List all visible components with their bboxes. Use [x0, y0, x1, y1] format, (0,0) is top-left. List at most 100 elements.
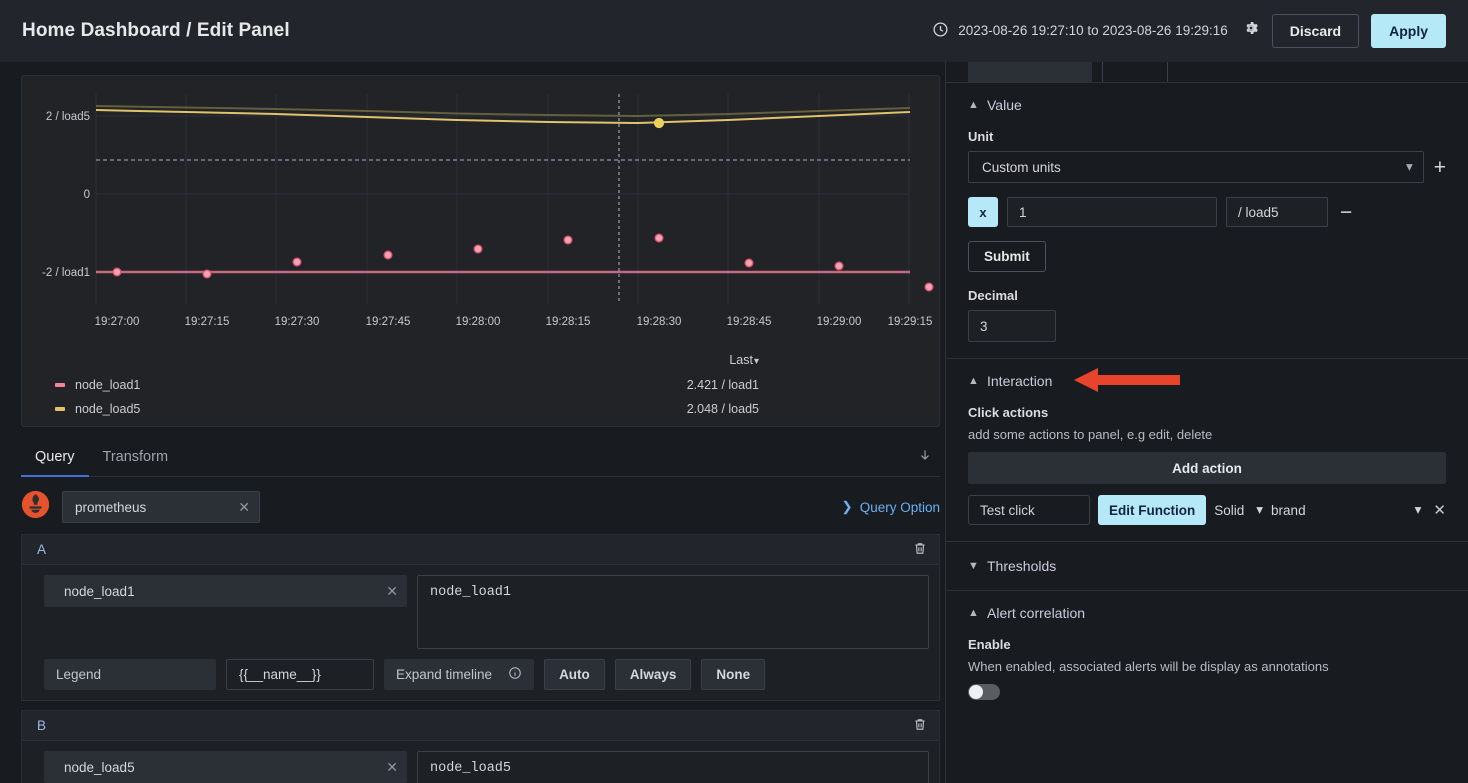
- options-pane: ▲ Value Unit Custom units ▾ + x 1 / load…: [945, 62, 1468, 783]
- section-thresholds: ▼ Thresholds: [946, 541, 1468, 590]
- click-actions-description: add some actions to panel, e.g edit, del…: [968, 427, 1213, 442]
- section-alert-header[interactable]: ▲ Alert correlation: [968, 605, 1446, 621]
- section-interaction-title: Interaction: [987, 373, 1053, 389]
- chevron-up-icon: ▲: [968, 375, 979, 387]
- close-icon[interactable]: ✕: [386, 759, 398, 776]
- alert-enable-description: When enabled, associated alerts will be …: [968, 659, 1329, 674]
- clipped-option-row: [946, 62, 1468, 82]
- expr-textarea-a[interactable]: node_load1: [417, 575, 929, 649]
- submit-button[interactable]: Submit: [968, 241, 1046, 272]
- x-tick-label: 19:29:15: [888, 316, 933, 328]
- editor-body: 2 / load5 0 -2 / load1 19:27:00 19:27:15…: [0, 62, 1468, 783]
- x-tick-label: 19:27:00: [95, 316, 140, 328]
- datasource-value: prometheus: [75, 499, 147, 515]
- metric-select-b[interactable]: node_load5 ✕: [44, 751, 407, 783]
- action-color-select[interactable]: brand ▾: [1271, 502, 1421, 518]
- apply-button[interactable]: Apply: [1371, 13, 1446, 49]
- section-thresholds-title: Thresholds: [987, 558, 1057, 574]
- legend-item[interactable]: node_load5 2.048 / load5: [22, 397, 939, 421]
- gear-icon[interactable]: [1242, 19, 1260, 42]
- x-tick-label: 19:27:15: [185, 316, 230, 328]
- decimal-label: Decimal: [968, 288, 1018, 303]
- x-tick-label: 19:28:15: [546, 316, 591, 328]
- chevron-up-icon: ▲: [968, 607, 979, 619]
- page-title: Home Dashboard / Edit Panel: [22, 20, 290, 41]
- action-style-value: Solid: [1214, 502, 1245, 518]
- y-tick-label: 0: [84, 189, 90, 201]
- query-a-options: Legend {{__name__}} Expand timeline Auto…: [44, 659, 929, 690]
- section-alert-title: Alert correlation: [987, 605, 1086, 621]
- close-icon[interactable]: ✕: [386, 583, 398, 600]
- annotation-arrow: [1074, 368, 1180, 392]
- legend-sort-label: Last: [729, 353, 753, 367]
- query-ref-id: A: [37, 542, 47, 557]
- legend-swatch: [55, 383, 65, 387]
- action-name-input[interactable]: Test click: [968, 495, 1090, 525]
- query-options-toggle[interactable]: ❯ Query Option: [841, 499, 940, 515]
- query-row-body-a: node_load1 ✕ node_load1 Legend {{__name_…: [21, 565, 940, 701]
- expand-option-none[interactable]: None: [701, 659, 766, 690]
- unit-row: Custom units ▾ +: [968, 151, 1446, 183]
- query-options-label: Query Option: [859, 499, 940, 515]
- query-tabs: Query Transform: [21, 437, 940, 477]
- unit-value: Custom units: [982, 159, 1061, 175]
- chevron-down-icon: ▾: [1256, 502, 1264, 517]
- x-tick-label: 19:28:00: [456, 316, 501, 328]
- plus-icon[interactable]: +: [1434, 157, 1446, 178]
- section-thresholds-header[interactable]: ▼ Thresholds: [968, 558, 1446, 574]
- arrow-down-icon[interactable]: [918, 448, 940, 476]
- expr-textarea-b[interactable]: node_load5: [417, 751, 929, 783]
- section-value-header[interactable]: ▲ Value: [968, 97, 1446, 113]
- datasource-row: prometheus ✕ ❯ Query Option: [21, 477, 940, 534]
- visualization-panel: 2 / load5 0 -2 / load1 19:27:00 19:27:15…: [21, 75, 940, 427]
- trash-icon[interactable]: [913, 541, 927, 559]
- metric-select-a[interactable]: node_load1 ✕: [44, 575, 407, 607]
- trash-icon[interactable]: [913, 717, 927, 735]
- unit-label: Unit: [968, 129, 994, 144]
- multiply-toggle-button[interactable]: x: [968, 197, 998, 227]
- action-style-select[interactable]: Solid ▾: [1214, 502, 1263, 518]
- alert-enable-label: Enable: [968, 637, 1011, 652]
- query-a-line: node_load1 ✕ node_load1: [44, 575, 929, 649]
- metric-value: node_load1: [64, 583, 135, 599]
- factor-input[interactable]: 1: [1007, 197, 1217, 227]
- info-icon[interactable]: [508, 666, 522, 683]
- legend-format-input[interactable]: {{__name__}}: [226, 659, 374, 690]
- datasource-select[interactable]: prometheus ✕: [62, 491, 260, 523]
- legend-series-name: node_load1: [75, 378, 141, 392]
- x-tick-label: 19:27:30: [275, 316, 320, 328]
- query-b-line: node_load5 ✕ node_load5: [44, 751, 929, 783]
- expand-option-always[interactable]: Always: [614, 659, 692, 690]
- clipped-button[interactable]: [1102, 62, 1168, 82]
- top-bar: Home Dashboard / Edit Panel 2023-08-26 1…: [0, 0, 1468, 62]
- series-points-node-load1: [112, 233, 934, 292]
- section-value-title: Value: [987, 97, 1022, 113]
- suffix-input[interactable]: / load5: [1226, 197, 1328, 227]
- legend-label: Legend: [44, 659, 216, 690]
- legend-swatch: [55, 407, 65, 411]
- unit-select[interactable]: Custom units ▾: [968, 151, 1424, 183]
- time-series-chart[interactable]: 2 / load5 0 -2 / load1 19:27:00 19:27:15…: [22, 76, 939, 426]
- edit-function-button[interactable]: Edit Function: [1098, 495, 1207, 525]
- time-range-picker[interactable]: 2023-08-26 19:27:10 to 2023-08-26 19:29:…: [932, 21, 1228, 41]
- expand-option-auto[interactable]: Auto: [544, 659, 605, 690]
- chevron-up-icon: ▲: [968, 99, 979, 111]
- close-icon[interactable]: ✕: [1429, 501, 1446, 519]
- discard-button[interactable]: Discard: [1271, 13, 1360, 49]
- tab-transform[interactable]: Transform: [89, 440, 183, 476]
- close-icon[interactable]: ✕: [238, 499, 250, 516]
- legend-sort-header[interactable]: Last▾: [22, 353, 939, 367]
- series-line-node-load5-shadow: [95, 105, 911, 118]
- alert-enable-toggle[interactable]: [968, 684, 1000, 700]
- add-action-button[interactable]: Add action: [968, 452, 1446, 484]
- section-interaction-header[interactable]: ▲ Interaction: [968, 368, 1446, 392]
- section-value: ▲ Value Unit Custom units ▾ + x 1 / load…: [946, 82, 1468, 358]
- legend-item[interactable]: node_load1 2.421 / load1: [22, 373, 939, 397]
- x-tick-label: 19:29:00: [817, 316, 862, 328]
- minus-icon[interactable]: −: [1337, 202, 1355, 223]
- toggle-knob: [969, 685, 983, 699]
- clipped-input[interactable]: [968, 62, 1092, 82]
- tab-query[interactable]: Query: [21, 440, 89, 477]
- decimal-input[interactable]: 3: [968, 310, 1056, 342]
- query-row-header-a: A: [21, 534, 940, 565]
